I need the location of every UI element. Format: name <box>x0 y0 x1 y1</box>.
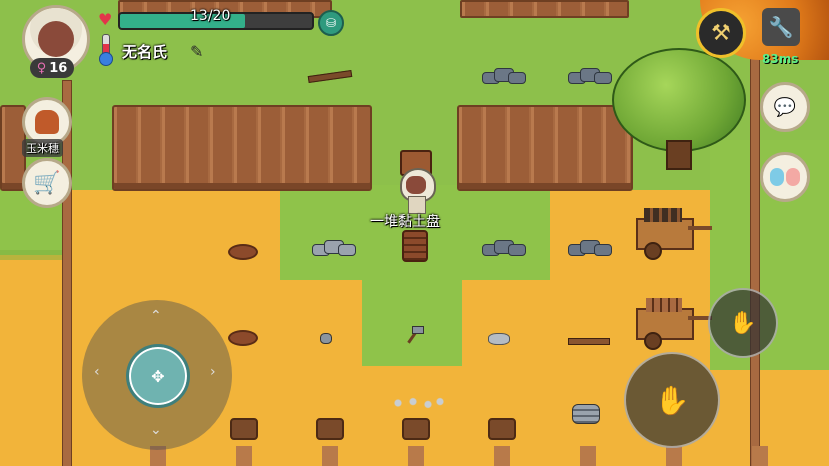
female-icon: ♀ <box>36 60 47 76</box>
fence-top-right <box>460 0 629 18</box>
fence-post-right <box>750 0 760 466</box>
joystick-arrow-up: ⌃ <box>150 308 162 324</box>
stone-pile[interactable] <box>310 238 356 256</box>
tree <box>612 48 746 170</box>
item-hover-label: 一堆黏土盘 <box>370 214 440 230</box>
pebble[interactable] <box>488 333 510 345</box>
tree-stump[interactable] <box>316 418 344 440</box>
joystick-arrow-left: ‹ <box>94 364 100 380</box>
flat-stone-stack[interactable] <box>572 404 600 424</box>
stone-hammer[interactable] <box>404 326 424 344</box>
bag-icon[interactable]: ⛁ <box>318 10 344 36</box>
hammer-icon[interactable]: ⚒ <box>696 8 746 58</box>
branch[interactable] <box>568 338 610 345</box>
player-character[interactable] <box>396 168 436 214</box>
player-name[interactable]: 无名氏 <box>122 41 167 62</box>
ping-display: 83ms <box>762 52 799 66</box>
branch[interactable] <box>307 69 353 84</box>
clay-dish-stack[interactable] <box>402 230 428 262</box>
stone-pile[interactable] <box>480 66 526 84</box>
joystick-arrow-down: ⌄ <box>150 422 162 438</box>
handcart-with-wood[interactable] <box>636 298 712 350</box>
grass-left-edge-shade <box>0 250 70 260</box>
tree-stump[interactable] <box>230 418 258 440</box>
game-viewport[interactable]: 一堆黏土盘 ♀ 16 ♥ 13/20 ⛁ 无名氏 ✎ 玉米穗 🛒 ⚒ 🔧 83m… <box>0 0 829 466</box>
pencil-icon[interactable]: ✎ <box>190 42 203 61</box>
joystick-knob[interactable]: ✥ <box>126 344 190 408</box>
use-item-button[interactable]: ✋ <box>624 352 720 448</box>
stake-row <box>140 446 829 466</box>
stone-pile[interactable] <box>566 238 612 256</box>
level-value: 16 <box>49 60 68 76</box>
fence-left-section <box>112 105 372 191</box>
pebble[interactable] <box>320 333 332 344</box>
flint-scatter[interactable] <box>386 396 446 410</box>
tree-stump[interactable] <box>402 418 430 440</box>
fence-right-section <box>457 105 633 191</box>
tree-stump[interactable] <box>488 418 516 440</box>
gender-level-badge: ♀ 16 <box>30 58 74 78</box>
clay-dish[interactable] <box>228 244 258 260</box>
wrench-icon[interactable]: 🔧 <box>762 8 800 46</box>
hand-icon[interactable]: ✋ <box>708 288 778 358</box>
grass-path-lower <box>362 270 462 366</box>
stone-pile[interactable] <box>566 66 612 84</box>
cart-icon[interactable]: 🛒 <box>22 158 72 208</box>
hp-text: 13/20 <box>190 8 231 24</box>
npc-label: 玉米穗 <box>22 139 63 157</box>
thermometer-bulb <box>99 52 113 66</box>
virtual-joystick[interactable]: ⌃ ⌄ ‹ › ✥ <box>82 300 232 450</box>
handcart-with-bows[interactable] <box>636 208 712 260</box>
stone-pile[interactable] <box>480 238 526 256</box>
heart-icon: ♥ <box>98 10 113 29</box>
joystick-arrow-right: › <box>210 364 216 380</box>
friends-icon[interactable] <box>760 152 810 202</box>
clay-dish[interactable] <box>228 330 258 346</box>
chat-bubble-icon[interactable]: 💬 <box>760 82 810 132</box>
